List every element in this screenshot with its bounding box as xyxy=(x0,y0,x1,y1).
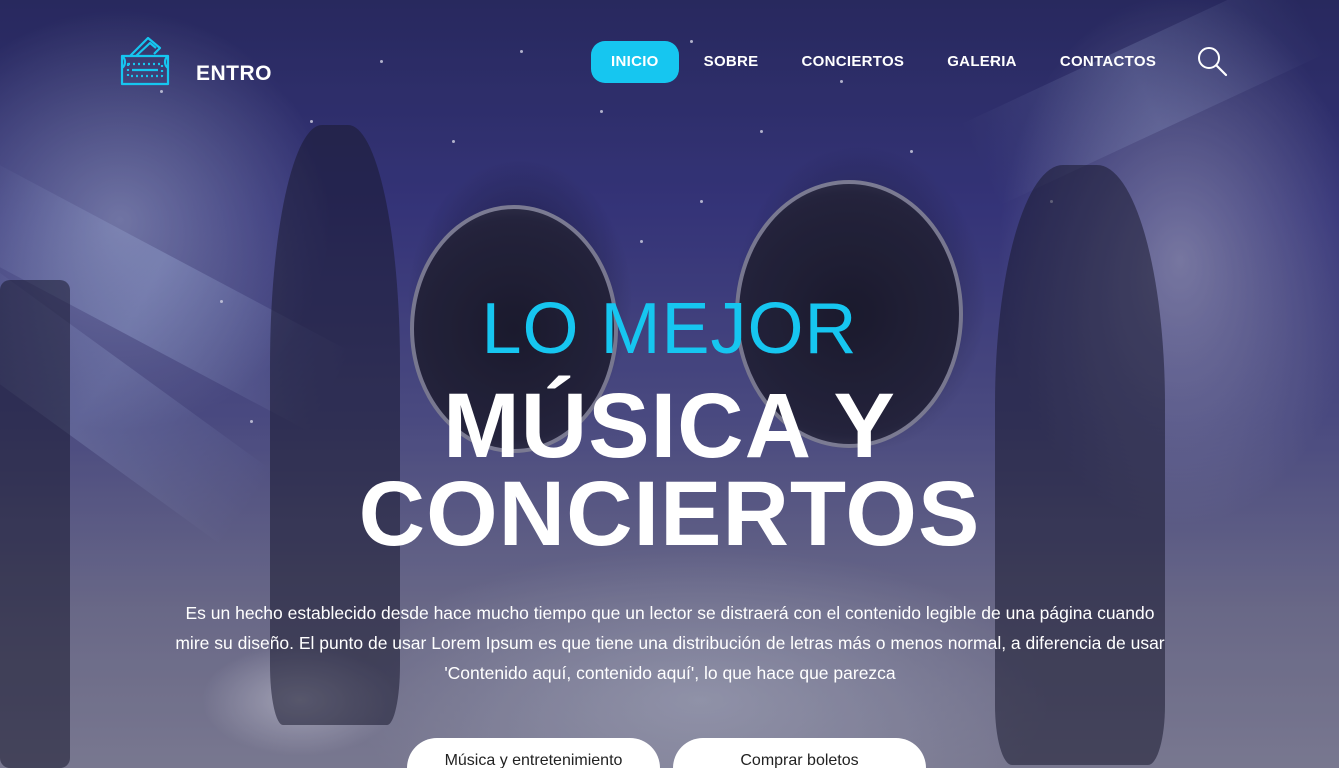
nav-item-sobre[interactable]: SOBRE xyxy=(684,41,779,83)
search-icon[interactable] xyxy=(1196,45,1228,77)
nav-item-galeria[interactable]: GALERIA xyxy=(927,41,1037,83)
brand-logo[interactable]: ENTRO xyxy=(118,34,272,88)
hero-kicker: LO MEJOR xyxy=(481,289,858,369)
hero-headline: MÚSICA Y CONCIERTOS xyxy=(0,375,1339,565)
brand-name: ENTRO xyxy=(196,62,272,85)
hero-description-line2: mire su diseño. El punto de usar Lorem I… xyxy=(175,633,1165,653)
ticket-icon xyxy=(120,36,170,86)
hero-section: ENTRO INICIO SOBRE CONCIERTOS GALERIA CO… xyxy=(0,0,1339,768)
hero-description-line1: Es un hecho establecido desde hace mucho… xyxy=(185,603,1155,623)
hero-headline-line1: MÚSICA Y xyxy=(443,375,896,477)
nav-item-conciertos[interactable]: CONCIERTOS xyxy=(781,41,924,83)
main-nav: INICIO SOBRE CONCIERTOS GALERIA CONTACTO… xyxy=(591,41,1176,83)
buy-tickets-button[interactable]: Comprar boletos xyxy=(673,738,926,768)
hero-headline-line2: CONCIERTOS xyxy=(358,463,981,565)
nav-item-contactos[interactable]: CONTACTOS xyxy=(1040,41,1176,83)
nav-item-inicio[interactable]: INICIO xyxy=(591,41,679,83)
hero-description-line3: 'Contenido aquí, contenido aquí', lo que… xyxy=(444,663,896,683)
hero-description: Es un hecho establecido desde hace mucho… xyxy=(120,598,1220,688)
music-entertainment-button[interactable]: Música y entretenimiento xyxy=(407,738,660,768)
